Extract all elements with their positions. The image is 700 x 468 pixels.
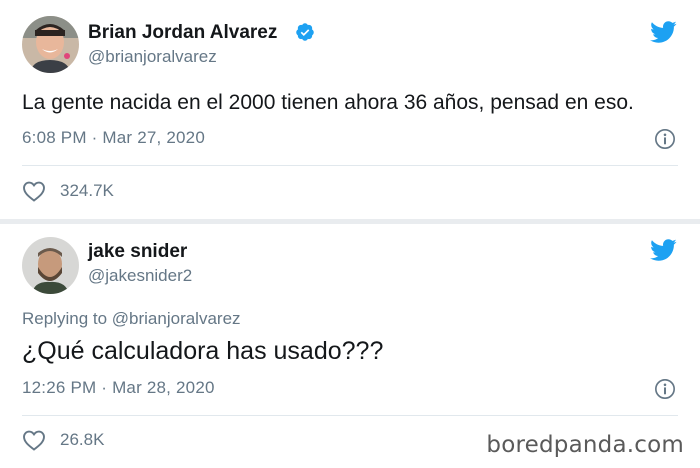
verified-badge-icon [296,23,314,41]
divider [22,415,678,416]
avatar[interactable] [22,237,79,294]
twitter-bird-icon[interactable] [647,18,679,46]
twitter-bird-icon[interactable] [647,236,679,264]
like-count[interactable]: 26.8K [60,430,104,450]
tweet-timestamp[interactable]: 12:26 PM · Mar 28, 2020 [22,378,215,398]
author-name[interactable]: jake snider [88,241,187,263]
info-icon[interactable] [654,378,676,400]
watermark: boredpanda.com [486,432,684,458]
author-handle[interactable]: @brianjoralvarez [88,47,217,67]
heart-icon[interactable] [22,180,46,202]
tweet-timestamp[interactable]: 6:08 PM · Mar 27, 2020 [22,128,205,148]
tweet-text: ¿Qué calculadora has usado??? [22,337,384,365]
avatar[interactable] [22,16,79,73]
replying-to-label[interactable]: Replying to @brianjoralvarez [22,309,241,329]
tweet-card-1: Brian Jordan Alvarez @brianjoralvarez La… [0,0,700,219]
heart-icon[interactable] [22,429,46,451]
author-name[interactable]: Brian Jordan Alvarez [88,22,277,44]
author-handle[interactable]: @jakesnider2 [88,266,192,286]
tweet-text: La gente nacida en el 2000 tienen ahora … [22,91,634,114]
info-icon[interactable] [654,128,676,150]
divider [22,165,678,166]
like-count[interactable]: 324.7K [60,181,114,201]
